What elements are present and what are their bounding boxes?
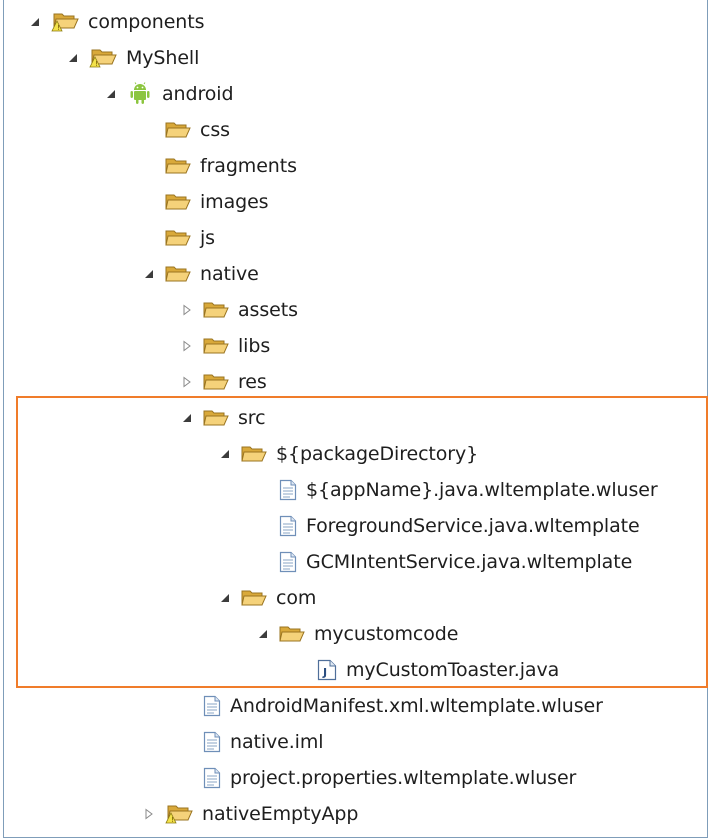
project-folder-icon: ! xyxy=(165,803,193,825)
folder-icon xyxy=(165,192,191,212)
tree-item-label: libs xyxy=(238,335,271,357)
svg-text:!: ! xyxy=(95,60,98,68)
file-icon xyxy=(203,767,221,789)
tree-item-label: AndroidManifest.xml.wltemplate.wluser xyxy=(230,695,603,717)
expand-arrow-icon[interactable] xyxy=(101,84,121,104)
tree-item-label: native xyxy=(200,263,259,285)
tree-item-label: images xyxy=(200,191,269,213)
collapse-arrow-icon[interactable] xyxy=(177,372,197,392)
tree-item-fragments[interactable]: fragments xyxy=(139,148,297,184)
folder-icon xyxy=(165,228,191,248)
tree-item-components[interactable]: ! components xyxy=(25,4,204,40)
expand-arrow-icon[interactable] xyxy=(63,48,83,68)
folder-icon xyxy=(203,372,229,392)
folder-icon xyxy=(203,336,229,356)
tree-item-label: project.properties.wltemplate.wluser xyxy=(230,767,577,789)
tree-item-label: nativeEmptyApp xyxy=(202,803,359,825)
folder-icon xyxy=(165,120,191,140)
collapse-arrow-icon[interactable] xyxy=(139,804,159,824)
project-folder-icon: ! xyxy=(89,47,117,69)
tree-item-label: js xyxy=(200,227,215,249)
tree-item-libs[interactable]: libs xyxy=(177,328,270,364)
svg-text:!: ! xyxy=(171,816,174,824)
tree-item-label: MyShell xyxy=(126,47,200,69)
tree-item-project-properties-wltemplate-wluser[interactable]: project.properties.wltemplate.wluser xyxy=(177,760,576,796)
file-icon xyxy=(203,695,221,717)
project-folder-icon: ! xyxy=(51,11,79,33)
tree-item-androidmanifest-xml-wltemplate-wluser[interactable]: AndroidManifest.xml.wltemplate.wluser xyxy=(177,688,603,724)
expand-arrow-icon[interactable] xyxy=(25,12,45,32)
folder-icon xyxy=(165,156,191,176)
android-icon xyxy=(127,82,153,106)
tree-item-myshell[interactable]: ! MyShell xyxy=(63,40,199,76)
tree-item-label: components xyxy=(88,11,205,33)
tree-item-images[interactable]: images xyxy=(139,184,269,220)
tree-item-android[interactable]: android xyxy=(101,76,234,112)
folder-icon xyxy=(203,300,229,320)
collapse-arrow-icon[interactable] xyxy=(177,300,197,320)
tree-item-css[interactable]: css xyxy=(139,112,230,148)
tree-item-assets[interactable]: assets xyxy=(177,292,298,328)
tree-item-label: css xyxy=(200,119,230,141)
tree-item-nativeemptyapp[interactable]: ! nativeEmptyApp xyxy=(139,796,358,832)
folder-icon xyxy=(165,264,191,284)
svg-text:!: ! xyxy=(57,24,60,32)
tree-item-label: assets xyxy=(238,299,298,321)
tree-item-label: res xyxy=(238,371,267,393)
collapse-arrow-icon[interactable] xyxy=(177,336,197,356)
expand-arrow-icon[interactable] xyxy=(139,264,159,284)
tree-item-native-iml[interactable]: native.iml xyxy=(177,724,324,760)
tree-item-res[interactable]: res xyxy=(177,364,267,400)
tree-item-js[interactable]: js xyxy=(139,220,215,256)
tree-item-label: native.iml xyxy=(230,731,324,753)
tree-item-label: fragments xyxy=(200,155,297,177)
highlight-box xyxy=(16,396,708,688)
tree-item-native[interactable]: native xyxy=(139,256,259,292)
file-icon xyxy=(203,731,221,753)
tree-item-label: android xyxy=(162,83,234,105)
